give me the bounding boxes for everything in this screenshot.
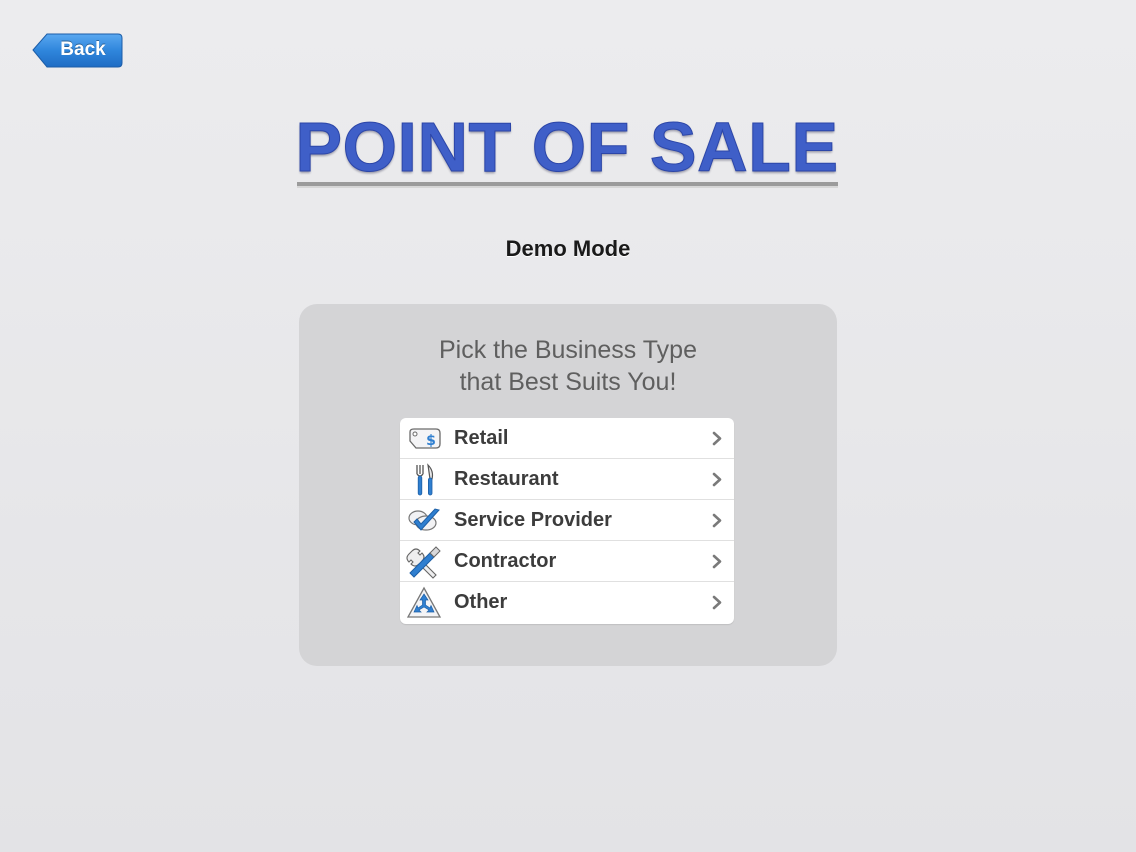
back-button[interactable]: Back (32, 33, 123, 69)
back-button-label: Back (60, 39, 106, 60)
checkmark-icon (406, 504, 442, 538)
list-item-label: Other (454, 591, 508, 613)
mode-label: Demo Mode (505, 236, 631, 261)
list-item-retail[interactable]: $ Retail (400, 418, 734, 459)
page-title: POINT OF SALE (295, 108, 839, 187)
svg-text:$: $ (426, 433, 436, 449)
list-item-service-provider[interactable]: Service Provider (400, 500, 734, 541)
chevron-right-icon (712, 472, 722, 487)
list-item-label: Service Provider (454, 509, 612, 531)
tools-icon (406, 545, 442, 579)
panel-prompt: Pick the Business Type that Best Suits Y… (299, 334, 837, 398)
business-type-list: $ Retail Restaurant Service Provider Con… (400, 418, 734, 624)
fork-knife-icon (406, 463, 442, 497)
list-item-label: Retail (454, 427, 509, 449)
list-item-contractor[interactable]: Contractor (400, 541, 734, 582)
list-item-other[interactable]: Other (400, 582, 734, 624)
title-underline (297, 182, 838, 188)
chevron-right-icon (712, 431, 722, 446)
list-item-label: Restaurant (454, 468, 559, 490)
prompt-line-1: Pick the Business Type (438, 336, 697, 364)
triangle-arrows-icon (406, 586, 442, 620)
price-tag-icon: $ (406, 422, 442, 456)
chevron-right-icon (712, 595, 722, 610)
list-item-label: Contractor (454, 550, 557, 572)
title-block: POINT OF SALE (294, 108, 840, 192)
chevron-right-icon (712, 513, 722, 528)
business-type-panel: Pick the Business Type that Best Suits Y… (299, 304, 837, 666)
list-item-restaurant[interactable]: Restaurant (400, 459, 734, 500)
chevron-right-icon (712, 554, 722, 569)
prompt-line-2: that Best Suits You! (459, 368, 677, 396)
